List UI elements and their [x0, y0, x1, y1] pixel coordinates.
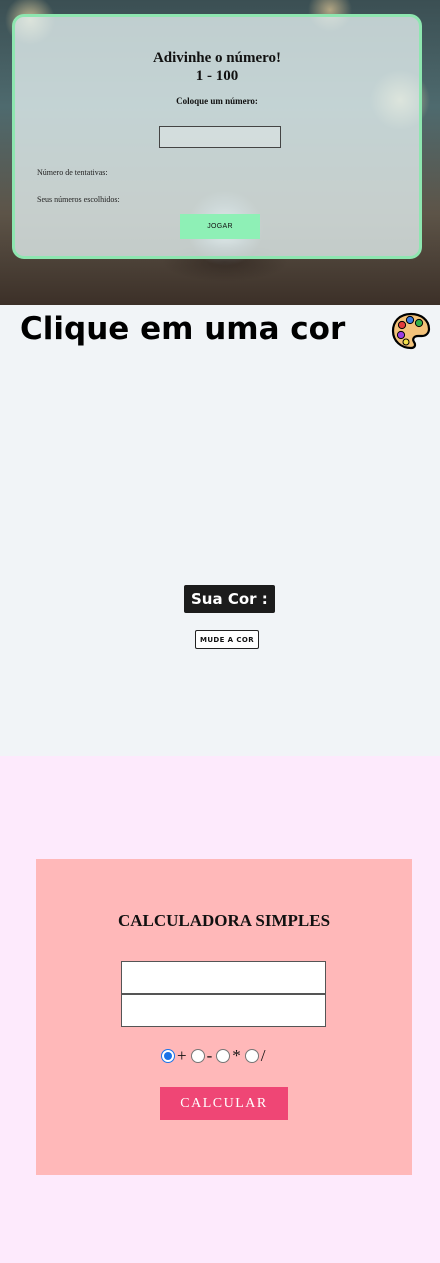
calculator-section: CALCULADORA SIMPLES + - * / CALCULAR — [0, 756, 440, 1263]
attempts-label: Número de tentativas: — [37, 168, 108, 177]
guess-game-card: Adivinhe o número! 1 - 100 Coloque um nú… — [12, 14, 422, 259]
guess-number-input[interactable] — [159, 126, 281, 148]
current-color-label: Sua Cor : — [184, 585, 275, 613]
chosen-numbers-label: Seus números escolhidos: — [37, 195, 120, 204]
operation-label-divide: / — [260, 1046, 266, 1065]
color-picker-section[interactable]: Clique em uma cor Sua Cor : MUDE A COR — [0, 305, 440, 756]
change-color-button[interactable]: MUDE A COR — [195, 630, 259, 649]
guess-game-range: 1 - 100 — [195, 68, 239, 84]
operation-label-subtract: - — [206, 1046, 213, 1065]
radio-add[interactable] — [161, 1049, 175, 1063]
calculator-title: CALCULADORA SIMPLES — [117, 911, 331, 930]
guess-game-title: Adivinhe o número! — [152, 50, 282, 66]
operation-label-multiply: * — [232, 1046, 241, 1065]
guess-number-prompt: Coloque um número: — [176, 96, 258, 106]
calculate-button[interactable]: CALCULAR — [160, 1087, 288, 1120]
second-number-input[interactable] — [121, 994, 326, 1027]
calculator-card: CALCULADORA SIMPLES + - * / CALCULAR — [36, 859, 412, 1175]
palette-icon — [391, 312, 431, 350]
guess-game-section: Adivinhe o número! 1 - 100 Coloque um nú… — [0, 0, 440, 305]
operation-selector: + - * / — [161, 1047, 270, 1065]
first-number-input[interactable] — [121, 961, 326, 994]
radio-subtract[interactable] — [190, 1049, 205, 1063]
operation-label-add: + — [177, 1046, 187, 1065]
radio-divide[interactable] — [244, 1049, 259, 1063]
play-button[interactable]: JOGAR — [180, 214, 260, 239]
color-picker-heading: Clique em uma cor — [20, 311, 346, 347]
radio-multiply[interactable] — [216, 1049, 231, 1063]
